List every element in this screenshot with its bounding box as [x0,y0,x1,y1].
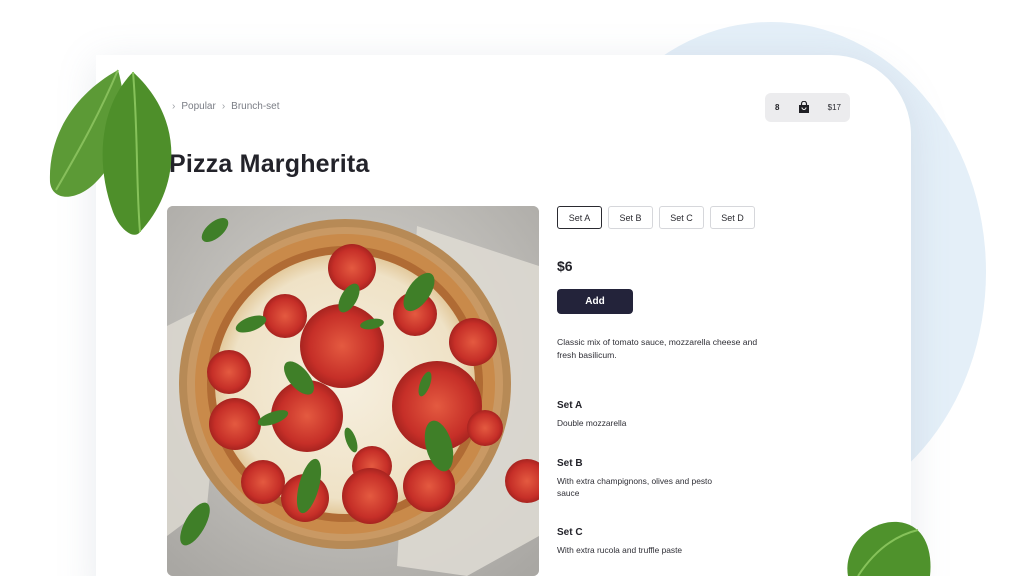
set-a-info: Set A Double mozzarella [557,400,727,429]
add-button[interactable]: Add [557,289,633,314]
breadcrumb-brunch-set[interactable]: Brunch-set [231,101,279,112]
set-b-info: Set B With extra champignons, olives and… [557,458,727,499]
set-b-option[interactable]: Set B [608,206,653,229]
page: › Popular › Brunch-set 8 $17 Pizza Margh… [0,0,1010,576]
set-selector: Set A Set B Set C Set D [557,206,755,229]
shopping-bag-icon [798,101,809,113]
cart-count: 8 [775,103,780,112]
set-d-option[interactable]: Set D [710,206,755,229]
set-detail: Double mozzarella [557,418,627,428]
page-title: Pizza Margherita [169,150,370,178]
cart-button[interactable]: 8 $17 [765,93,850,122]
basil-leaf-decoration [49,69,172,235]
set-name: Set A [557,400,583,411]
basil-leaf-decoration [847,521,931,576]
pizza-image [167,206,539,576]
product-description: Classic mix of tomato sauce, mozzarella … [557,337,758,360]
chevron-right-icon: › [221,101,226,112]
cart-total: $17 [827,103,841,112]
pizza-illustration [167,206,539,576]
set-a-option[interactable]: Set A [557,206,602,229]
breadcrumb: › Popular › Brunch-set [172,101,280,112]
set-c-option[interactable]: Set C [659,206,704,229]
set-detail: With extra champignons, olives and pesto… [557,476,713,498]
set-c-info: Set C With extra rucola and truffle past… [557,527,727,556]
set-detail: With extra rucola and truffle paste [557,545,683,555]
set-name: Set C [557,527,583,538]
set-name: Set B [557,458,583,469]
product-price: $6 [557,258,573,274]
